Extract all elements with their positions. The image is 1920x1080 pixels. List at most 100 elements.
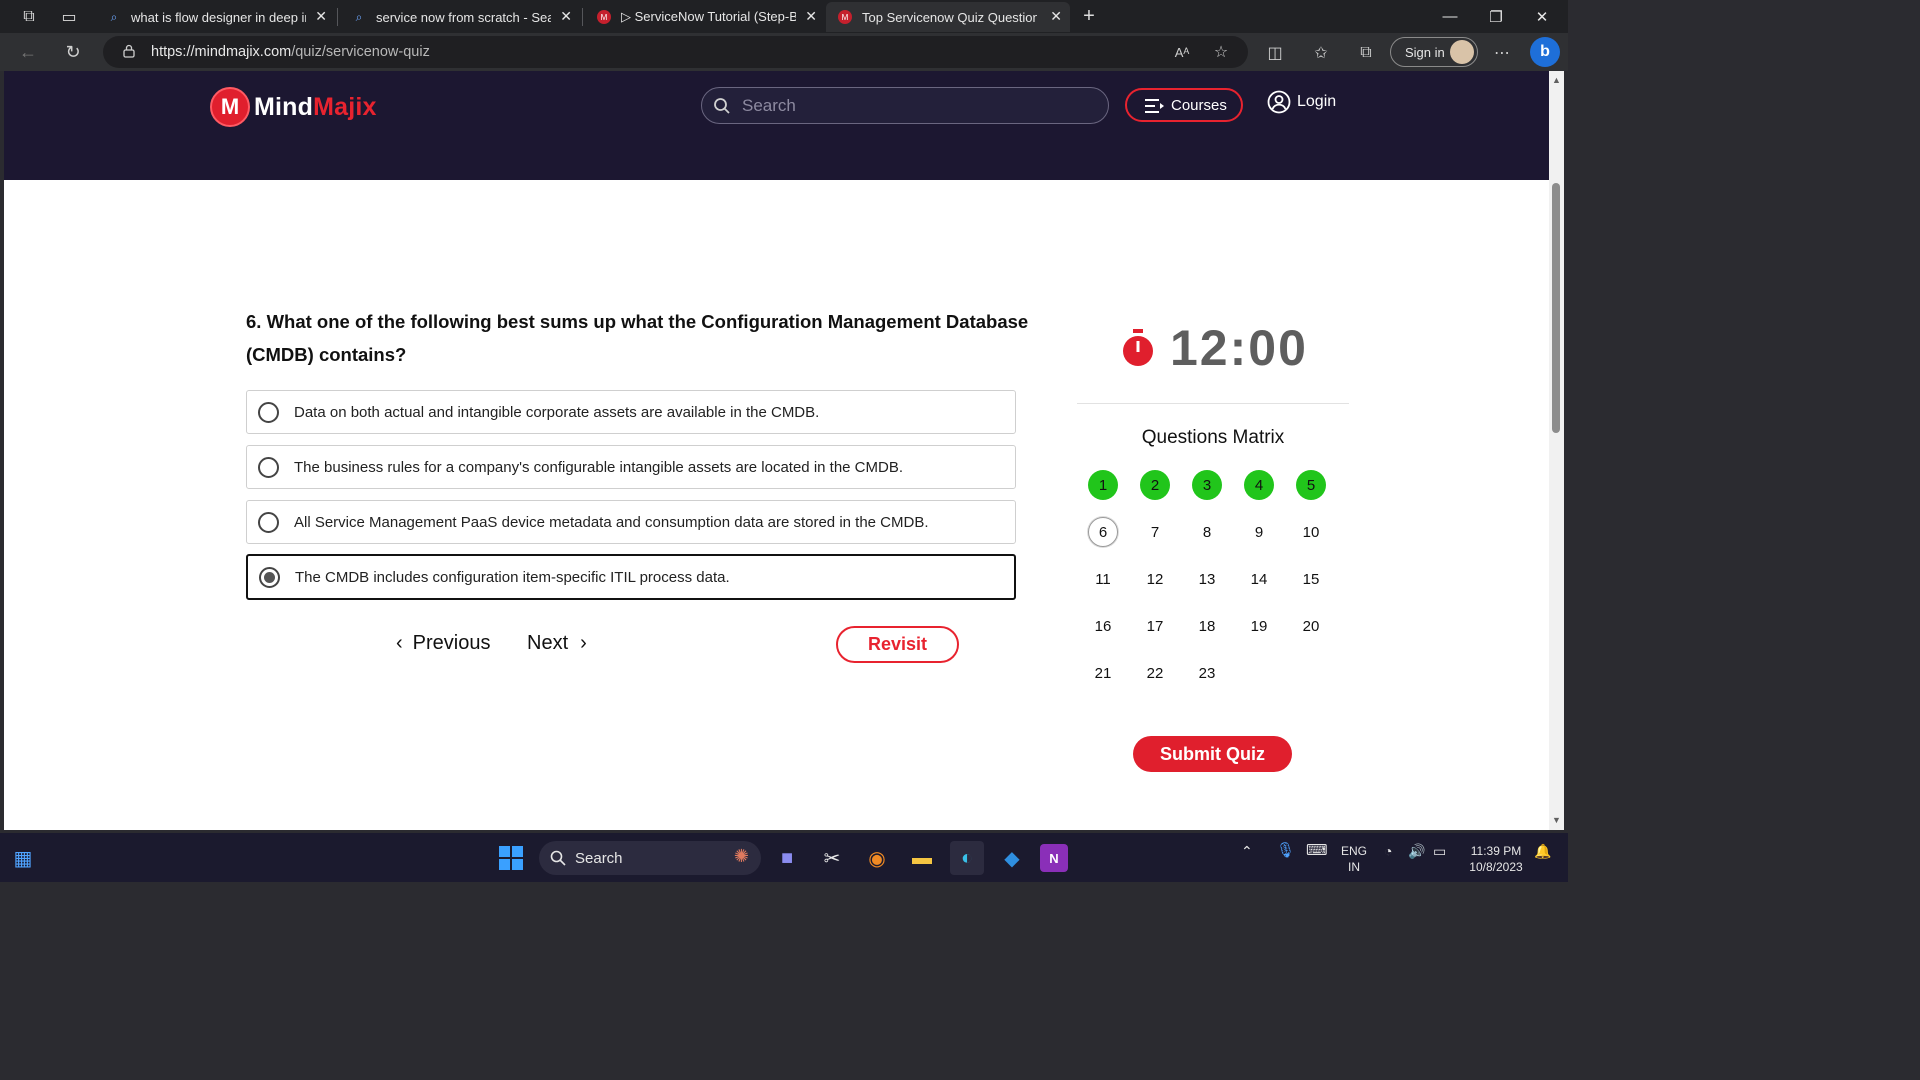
- radio-button[interactable]: [258, 401, 279, 423]
- refresh-icon[interactable]: ↻: [58, 38, 88, 66]
- blender-icon[interactable]: ◉: [860, 841, 894, 875]
- question-matrix-cell[interactable]: 9: [1244, 517, 1274, 547]
- collections-icon[interactable]: ⧉: [1355, 42, 1377, 64]
- answer-option-text: All Service Management PaaS device metad…: [294, 513, 929, 531]
- snipping-tool-icon[interactable]: ✂: [815, 841, 849, 875]
- favorites-icon[interactable]: ✩: [1310, 42, 1332, 64]
- tab-flow-designer[interactable]: ⌕ what is flow designer in deep in s ✕: [95, 2, 335, 32]
- more-options-icon[interactable]: ⋯: [1491, 42, 1513, 64]
- menu-icon: [1145, 99, 1164, 113]
- question-matrix-cell[interactable]: 1: [1088, 470, 1118, 500]
- login-button[interactable]: Login: [1267, 90, 1336, 114]
- answer-option-1[interactable]: Data on both actual and intangible corpo…: [246, 390, 1016, 434]
- revisit-button[interactable]: Revisit: [836, 626, 959, 663]
- answer-option-4[interactable]: The CMDB includes configuration item-spe…: [246, 554, 1016, 600]
- sign-in-button[interactable]: Sign in: [1390, 37, 1478, 67]
- clock-time: 11:39 PM: [1470, 844, 1522, 858]
- tab-servicenow-search[interactable]: ⌕ service now from scratch - Search ✕: [340, 2, 580, 32]
- language-indicator[interactable]: ENG IN: [1338, 843, 1370, 875]
- workspaces-icon[interactable]: ⧉: [12, 0, 46, 33]
- volume-icon[interactable]: 🔊: [1408, 843, 1425, 859]
- onenote-icon[interactable]: N: [1040, 844, 1068, 872]
- radio-button[interactable]: [258, 456, 279, 478]
- answer-option-2[interactable]: The business rules for a company's confi…: [246, 445, 1016, 489]
- edge-browser-icon[interactable]: ◐: [950, 841, 984, 875]
- question-matrix-cell[interactable]: 2: [1140, 470, 1170, 500]
- page-scrollbar[interactable]: ▲ ▼: [1549, 71, 1564, 830]
- question-matrix-cell[interactable]: 3: [1192, 470, 1222, 500]
- close-icon[interactable]: ✕: [1050, 8, 1062, 25]
- wifi-icon[interactable]: ◔: [1384, 843, 1392, 859]
- minimize-icon[interactable]: —: [1427, 0, 1473, 33]
- back-icon[interactable]: ←: [13, 38, 43, 66]
- previous-label: Previous: [412, 632, 491, 654]
- question-matrix-cell[interactable]: 8: [1192, 517, 1222, 547]
- read-aloud-icon[interactable]: Aᴬ: [1171, 41, 1193, 63]
- clock[interactable]: 11:39 PM 10/8/2023: [1462, 843, 1530, 875]
- radio-button[interactable]: [258, 511, 279, 533]
- favorite-star-icon[interactable]: ☆: [1210, 41, 1232, 63]
- chevron-right-icon: ›: [580, 632, 587, 654]
- microphone-icon[interactable]: 🎙: [1276, 843, 1295, 859]
- split-screen-icon[interactable]: ◫: [1264, 42, 1286, 64]
- show-hidden-icons[interactable]: ⌃: [1241, 843, 1253, 859]
- close-icon[interactable]: ✕: [805, 8, 817, 25]
- question-matrix-cell[interactable]: 23: [1192, 658, 1222, 688]
- question-matrix-cell[interactable]: 21: [1088, 658, 1118, 688]
- bing-copilot-icon[interactable]: b: [1530, 37, 1560, 67]
- taskbar-search[interactable]: Search ✺: [539, 841, 761, 875]
- answer-option-3[interactable]: All Service Management PaaS device metad…: [246, 500, 1016, 544]
- question-matrix-cell[interactable]: 10: [1296, 517, 1326, 547]
- courses-button[interactable]: Courses: [1125, 88, 1243, 122]
- stopwatch-icon: [1123, 329, 1153, 366]
- question-matrix-cell[interactable]: 20: [1296, 611, 1326, 641]
- radio-button-selected[interactable]: [259, 566, 280, 588]
- question-matrix-cell[interactable]: 17: [1140, 611, 1170, 641]
- submit-quiz-button[interactable]: Submit Quiz: [1133, 736, 1292, 772]
- tab-servicenow-quiz[interactable]: M Top Servicenow Quiz Questions ✕: [826, 2, 1070, 32]
- question-matrix-cell[interactable]: 5: [1296, 470, 1326, 500]
- close-icon[interactable]: ✕: [560, 8, 572, 25]
- address-bar[interactable]: https://mindmajix.com/quiz/servicenow-qu…: [103, 36, 1248, 68]
- close-icon[interactable]: ✕: [315, 8, 327, 25]
- tab-actions-icon[interactable]: ▭: [52, 0, 86, 33]
- question-matrix-cell[interactable]: 15: [1296, 564, 1326, 594]
- vscode-icon[interactable]: ◆: [995, 841, 1029, 875]
- next-button[interactable]: Next ›: [527, 632, 587, 655]
- question-matrix-cell[interactable]: 18: [1192, 611, 1222, 641]
- close-window-icon[interactable]: ✕: [1519, 0, 1565, 33]
- notifications-icon[interactable]: 🔔: [1534, 843, 1551, 859]
- answer-option-text: Data on both actual and intangible corpo…: [294, 403, 820, 421]
- widgets-icon[interactable]: ▦: [6, 841, 40, 875]
- question-matrix-cell[interactable]: 19: [1244, 611, 1274, 641]
- question-matrix-cell[interactable]: 14: [1244, 564, 1274, 594]
- windows-start-icon[interactable]: [494, 841, 528, 875]
- scroll-up-icon[interactable]: ▲: [1552, 75, 1561, 85]
- question-matrix-cell[interactable]: 11: [1088, 564, 1118, 594]
- search-icon: ⌕: [110, 9, 118, 24]
- scrollbar-thumb[interactable]: [1552, 183, 1560, 433]
- quiz-timer: 12:00: [1120, 319, 1308, 377]
- scroll-down-icon[interactable]: ▼: [1552, 815, 1561, 825]
- site-search-input[interactable]: [742, 94, 1092, 118]
- language-code: ENG: [1340, 844, 1367, 858]
- site-search-box[interactable]: [701, 87, 1109, 124]
- restore-icon[interactable]: ❐: [1473, 0, 1519, 33]
- question-matrix-cell[interactable]: 7: [1140, 517, 1170, 547]
- question-matrix-cell[interactable]: 4: [1244, 470, 1274, 500]
- keyboard-icon[interactable]: ⌨: [1306, 843, 1328, 859]
- file-explorer-icon[interactable]: ▬: [905, 841, 939, 875]
- question-matrix-cell[interactable]: 16: [1088, 611, 1118, 641]
- mindmajix-logo[interactable]: M MindMajix: [210, 87, 377, 127]
- question-matrix-cell[interactable]: 6: [1088, 517, 1118, 547]
- url-path: /quiz/servicenow-quiz: [291, 44, 430, 60]
- question-matrix-cell[interactable]: 13: [1192, 564, 1222, 594]
- question-matrix-cell[interactable]: 22: [1140, 658, 1170, 688]
- new-tab-icon[interactable]: +: [1072, 0, 1106, 33]
- chevron-left-icon: ‹: [396, 632, 403, 654]
- teams-chat-icon[interactable]: ■: [770, 841, 804, 875]
- tab-servicenow-tutorial[interactable]: M ▷ ServiceNow Tutorial (Step-By-S ✕: [585, 2, 825, 32]
- question-matrix-cell[interactable]: 12: [1140, 564, 1170, 594]
- previous-button[interactable]: ‹ Previous: [396, 632, 490, 655]
- battery-icon[interactable]: ▭: [1433, 843, 1446, 859]
